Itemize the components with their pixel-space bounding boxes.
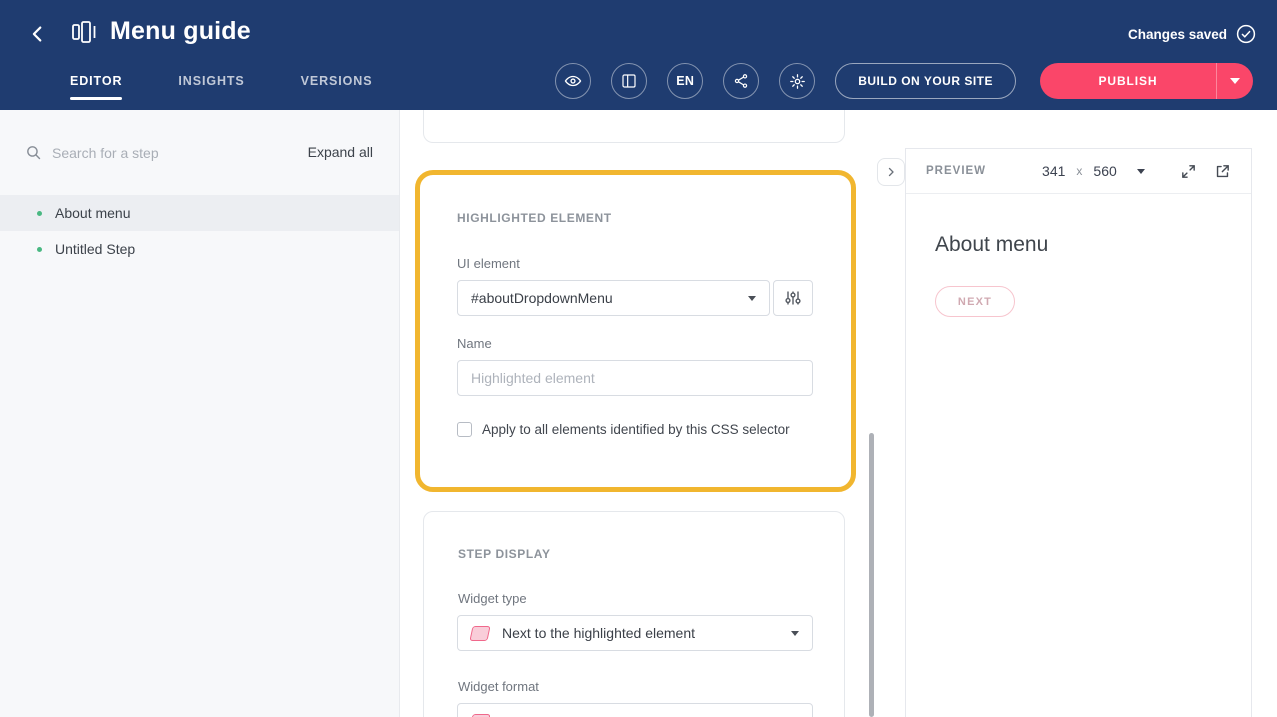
apply-all-checkbox[interactable]	[457, 422, 472, 437]
app-header: Menu guide Changes saved EDITOR INSIGHTS…	[0, 0, 1277, 110]
changes-saved-status: Changes saved	[1128, 24, 1256, 44]
expand-icon	[1180, 163, 1197, 180]
section-title-step-display: STEP DISPLAY	[458, 547, 551, 561]
step-list: About menu Untitled Step	[0, 195, 399, 267]
widget-format-select[interactable]	[457, 703, 813, 717]
search-icon	[25, 144, 42, 161]
step-item-untitled[interactable]: Untitled Step	[0, 231, 399, 267]
editor-canvas: HIGHLIGHTED ELEMENT UI element #aboutDro…	[401, 110, 905, 717]
changes-saved-label: Changes saved	[1128, 27, 1227, 42]
preview-size-select[interactable]: 341 x 560	[1042, 163, 1145, 179]
step-label: About menu	[55, 205, 131, 221]
eye-icon	[564, 72, 582, 90]
preview-height: 560	[1093, 163, 1116, 179]
share-icon	[733, 73, 749, 89]
step-item-about-menu[interactable]: About menu	[0, 195, 399, 231]
publish-dropdown-button[interactable]	[1216, 63, 1253, 99]
chevron-right-icon	[885, 166, 897, 178]
language-button[interactable]: EN	[667, 63, 703, 99]
preview-header: PREVIEW 341 x 560	[906, 149, 1251, 194]
page-title: Menu guide	[110, 17, 251, 46]
back-button[interactable]	[25, 21, 51, 47]
tab-insights[interactable]: INSIGHTS	[178, 56, 244, 110]
highlighted-element-card: HIGHLIGHTED ELEMENT UI element #aboutDro…	[415, 170, 856, 492]
guide-icon	[70, 19, 98, 45]
widget-format-icon	[469, 714, 490, 717]
app-window: Menu guide Changes saved EDITOR INSIGHTS…	[0, 0, 1277, 717]
settings-button[interactable]	[779, 63, 815, 99]
preview-width: 341	[1042, 163, 1065, 179]
fullscreen-button[interactable]	[1180, 163, 1197, 180]
step-label: Untitled Step	[55, 241, 135, 257]
collapse-preview-button[interactable]	[877, 158, 905, 186]
preview-next-button[interactable]: NEXT	[935, 286, 1015, 317]
ui-element-value: #aboutDropdownMenu	[471, 290, 613, 306]
widget-type-select[interactable]: Next to the highlighted element	[457, 615, 813, 651]
chevron-down-icon	[791, 631, 799, 636]
widget-tooltip-icon	[469, 626, 490, 641]
selector-settings-button[interactable]	[773, 280, 813, 316]
layout-button[interactable]	[611, 63, 647, 99]
publish-button[interactable]: PUBLISH	[1040, 63, 1216, 99]
steps-sidebar: Expand all About menu Untitled Step	[0, 110, 400, 717]
apply-all-label: Apply to all elements identified by this…	[482, 422, 790, 437]
gear-icon	[789, 73, 806, 90]
chevron-down-icon	[748, 296, 756, 301]
preview-step-title: About menu	[935, 233, 1251, 257]
chevron-down-icon	[1137, 169, 1145, 174]
layout-icon	[621, 73, 637, 89]
preview-actions	[1180, 163, 1231, 180]
share-button[interactable]	[723, 63, 759, 99]
open-in-new-tab-button[interactable]	[1214, 163, 1231, 180]
ui-element-label: UI element	[457, 256, 520, 271]
build-on-your-site-button[interactable]: BUILD ON YOUR SITE	[835, 63, 1016, 99]
preview-panel: PREVIEW 341 x 560 About menu NEXT	[905, 148, 1252, 717]
ui-element-select[interactable]: #aboutDropdownMenu	[457, 280, 770, 316]
chevron-down-icon	[1230, 78, 1240, 84]
widget-type-value: Next to the highlighted element	[502, 625, 695, 641]
step-search-row: Expand all	[0, 110, 399, 174]
tab-versions[interactable]: VERSIONS	[301, 56, 373, 110]
search-input[interactable]	[52, 142, 262, 164]
publish-split-button: PUBLISH	[1040, 63, 1253, 99]
highlighted-element-name-input[interactable]	[457, 360, 813, 396]
editor-scrollbar[interactable]	[869, 433, 874, 717]
tune-icon	[785, 290, 801, 306]
check-circle-icon	[1236, 24, 1256, 44]
preview-times: x	[1076, 164, 1082, 178]
tab-editor[interactable]: EDITOR	[70, 56, 122, 110]
previous-settings-card	[423, 110, 845, 143]
preview-eye-button[interactable]	[555, 63, 591, 99]
editor-tabs: EDITOR INSIGHTS VERSIONS	[70, 56, 372, 110]
section-title-highlighted-element: HIGHLIGHTED ELEMENT	[457, 211, 612, 225]
expand-all-link[interactable]: Expand all	[308, 144, 373, 160]
step-dot	[37, 211, 42, 216]
step-dot	[37, 247, 42, 252]
preview-label: PREVIEW	[926, 165, 986, 177]
widget-type-label: Widget type	[458, 591, 527, 606]
preview-body: About menu NEXT	[906, 233, 1251, 317]
step-display-card: STEP DISPLAY Widget type Next to the hig…	[423, 511, 845, 717]
widget-format-label: Widget format	[458, 679, 539, 694]
header-actions: EN BUILD ON YOUR SITE PUBLISH	[555, 63, 1253, 99]
chevron-left-icon	[27, 23, 49, 45]
external-link-icon	[1214, 163, 1231, 180]
name-label: Name	[457, 336, 492, 351]
